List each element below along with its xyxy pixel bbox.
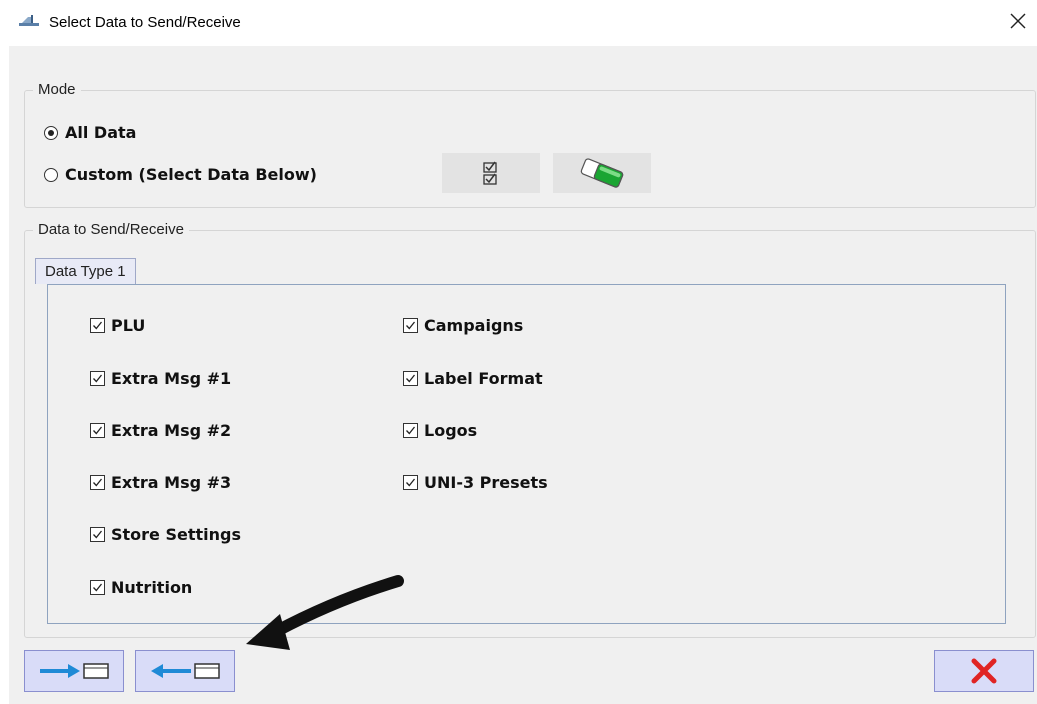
annotation-arrow — [246, 575, 404, 650]
dialog-window: Select Data to Send/Receive Mode All Dat… — [0, 0, 1037, 704]
